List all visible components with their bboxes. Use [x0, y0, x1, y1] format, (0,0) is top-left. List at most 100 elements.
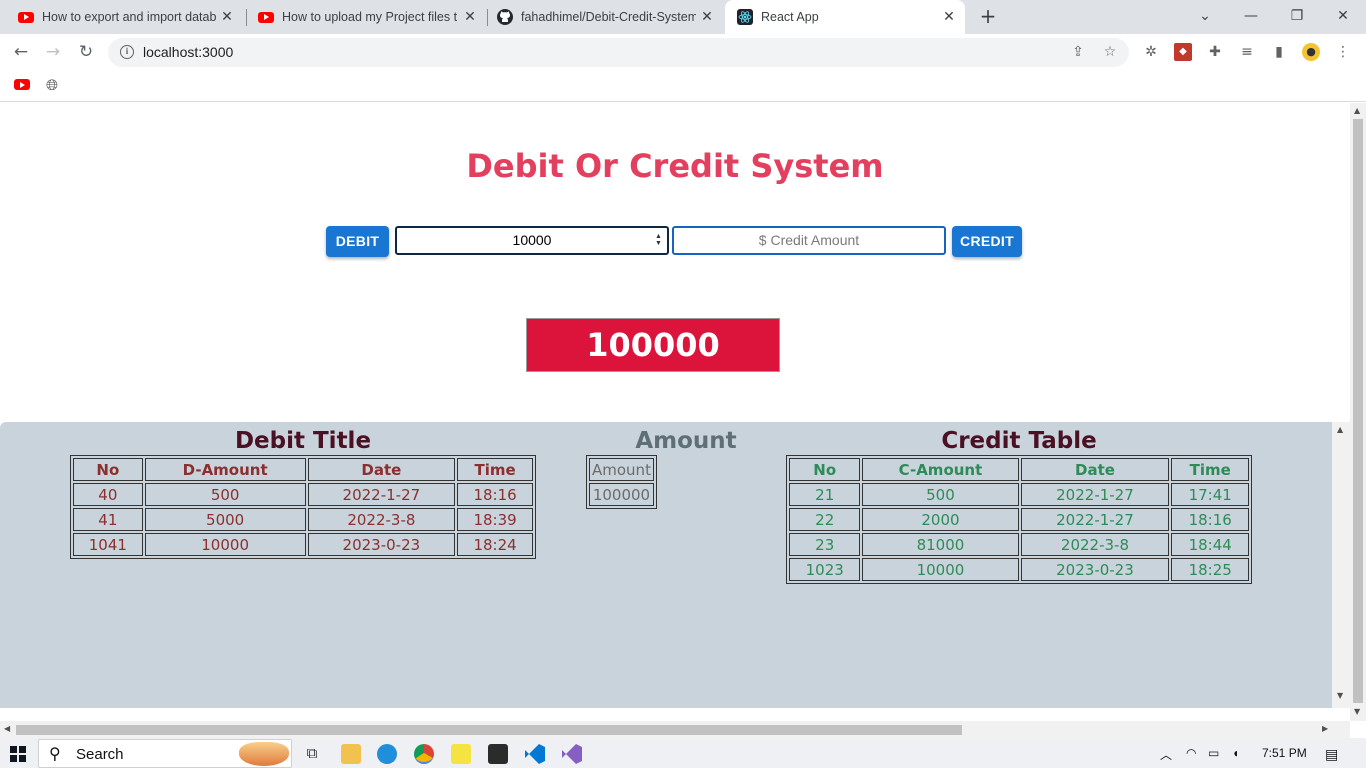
- chrome-icon[interactable]: [414, 744, 434, 764]
- share-icon[interactable]: ⇪: [1070, 44, 1086, 60]
- extension-bug-icon[interactable]: ✲: [1142, 43, 1160, 61]
- table-row: 21 500 2022-1-27 17:41: [789, 483, 1249, 506]
- table-cell: 2000: [862, 508, 1019, 531]
- tab-github[interactable]: fahadhimel/Debit-Credit-System ✕: [479, 0, 725, 34]
- globe-icon[interactable]: 🌐︎: [46, 76, 58, 94]
- visual-studio-icon[interactable]: [562, 744, 582, 764]
- table-cell: 2022-3-8: [307, 508, 456, 531]
- tray-chevron-icon[interactable]: ︿: [1160, 746, 1172, 763]
- taskbar-search[interactable]: ⚲ Search: [38, 739, 292, 768]
- windows-taskbar: ⚲ Search ⧉ ︿ ◠ ▭ ◖ 7:51 PM ▤: [0, 738, 1366, 768]
- tab-strip: How to export and import datab ✕ How to …: [0, 0, 1366, 34]
- tab-youtube-export[interactable]: How to export and import datab ✕: [0, 0, 245, 34]
- number-spinner-icon[interactable]: ▲ ▼: [654, 233, 663, 248]
- debit-column-header: D-Amount: [144, 458, 306, 481]
- tab-title: How to export and import datab: [42, 10, 217, 24]
- table-cell: 17:41: [1171, 483, 1249, 506]
- new-tab-button[interactable]: +: [978, 6, 998, 26]
- panel-scrollbar[interactable]: ▲ ▼: [1332, 422, 1350, 708]
- extension-app-icon[interactable]: ◆: [1174, 43, 1192, 61]
- debit-table: No D-Amount Date Time 40 500 2022-1-27 18:16 41…: [70, 455, 536, 559]
- restore-icon[interactable]: ❐: [1285, 6, 1309, 26]
- vscode-icon[interactable]: [525, 744, 545, 764]
- amount-section-title: Amount: [635, 428, 737, 454]
- table-cell: 18:16: [1171, 508, 1249, 531]
- table-cell: 18:24: [457, 533, 533, 556]
- side-panel-icon[interactable]: ▮: [1270, 43, 1288, 61]
- debit-amount-input[interactable]: 10000 ▲ ▼: [395, 226, 669, 255]
- amount-table: Amount 100000: [586, 455, 657, 509]
- address-bar[interactable]: i localhost:3000 ⇪ ☆: [108, 38, 1129, 67]
- pie-illustration-icon: [239, 742, 289, 766]
- table-cell: 18:25: [1171, 558, 1249, 581]
- table-cell: 18:39: [457, 508, 533, 531]
- close-icon[interactable]: ✕: [219, 9, 235, 25]
- table-cell: 81000: [862, 533, 1019, 556]
- table-cell: 1041: [73, 533, 143, 556]
- table-row: 23 81000 2022-3-8 18:44: [789, 533, 1249, 556]
- windows-start-icon[interactable]: [10, 746, 26, 762]
- media-list-icon[interactable]: ≡: [1238, 43, 1256, 61]
- vertical-scrollbar[interactable]: ▲ ▼: [1350, 103, 1366, 721]
- table-row: 1023 10000 2023-0-23 18:25: [789, 558, 1249, 581]
- table-cell: 41: [73, 508, 143, 531]
- scroll-thumb[interactable]: [1353, 119, 1363, 703]
- table-cell: 22: [789, 508, 861, 531]
- github-icon: [497, 9, 513, 25]
- debit-section-title: Debit Title: [234, 428, 372, 454]
- tab-title: React App: [761, 10, 819, 24]
- close-icon[interactable]: ✕: [699, 9, 715, 25]
- terminal-icon[interactable]: [488, 744, 508, 764]
- window-close-icon[interactable]: ✕: [1331, 6, 1355, 26]
- debit-column-header: Time: [457, 458, 533, 481]
- back-icon[interactable]: ←: [11, 42, 31, 62]
- table-cell: 23: [789, 533, 861, 556]
- credit-column-header: Date: [1020, 458, 1170, 481]
- avatar[interactable]: ●: [1302, 43, 1320, 61]
- youtube-icon: [258, 9, 274, 25]
- puzzle-icon[interactable]: ✚: [1206, 43, 1224, 61]
- reload-icon[interactable]: ↻: [76, 42, 96, 62]
- amount-value: 100000: [589, 483, 654, 506]
- table-row: 41 5000 2022-3-8 18:39: [73, 508, 533, 531]
- tools-icon[interactable]: [451, 744, 471, 764]
- table-cell: 2022-1-27: [307, 483, 456, 506]
- task-view-icon[interactable]: ⧉: [302, 744, 322, 764]
- debit-column-header: No: [73, 458, 143, 481]
- menu-icon[interactable]: ⋮: [1334, 43, 1352, 61]
- tab-youtube-upload[interactable]: How to upload my Project files to ✕: [240, 0, 488, 34]
- wifi-icon[interactable]: ◠: [1186, 746, 1196, 760]
- table-row: 1041 10000 2023-0-23 18:24: [73, 533, 533, 556]
- horizontal-scrollbar[interactable]: ◀ ▶: [0, 721, 1350, 738]
- tab-search-icon[interactable]: ⌄: [1193, 6, 1217, 26]
- info-icon[interactable]: i: [120, 45, 134, 59]
- table-cell: 1023: [789, 558, 861, 581]
- clock-time[interactable]: 7:51 PM: [1262, 746, 1307, 760]
- table-cell: 2022-3-8: [1020, 533, 1170, 556]
- close-icon[interactable]: ✕: [462, 9, 478, 25]
- scroll-thumb[interactable]: [16, 725, 962, 735]
- table-cell: 2022-1-27: [1020, 508, 1170, 531]
- url-text[interactable]: localhost:3000: [143, 44, 233, 60]
- bookmarks-bar: 🌐︎: [0, 70, 1366, 102]
- table-cell: 2022-1-27: [1020, 483, 1170, 506]
- battery-icon[interactable]: ▭: [1208, 746, 1219, 760]
- table-cell: 21: [789, 483, 861, 506]
- credit-amount-input[interactable]: $ Credit Amount: [672, 226, 946, 255]
- tab-react-app[interactable]: React App ✕: [725, 0, 965, 34]
- credit-button[interactable]: CREDIT: [952, 226, 1022, 257]
- bookmark-star-icon[interactable]: ☆: [1102, 44, 1118, 60]
- file-explorer-icon[interactable]: [341, 744, 361, 764]
- speaker-icon[interactable]: ◖: [1232, 746, 1239, 760]
- edge-icon[interactable]: [377, 744, 397, 764]
- table-cell: 2023-0-23: [307, 533, 456, 556]
- minimize-icon[interactable]: —: [1239, 6, 1263, 26]
- close-icon[interactable]: ✕: [941, 9, 957, 25]
- notifications-icon[interactable]: ▤: [1325, 746, 1338, 763]
- forward-icon[interactable]: →: [43, 42, 63, 62]
- tables-panel: Debit Title No D-Amount Date Time 40 500 2022…: [0, 422, 1332, 708]
- youtube-icon[interactable]: [14, 79, 30, 90]
- tab-title: fahadhimel/Debit-Credit-System: [521, 10, 696, 24]
- browser-toolbar: ← → ↻ i localhost:3000 ⇪ ☆ ✲ ◆ ✚ ≡ ▮ ● ⋮: [0, 34, 1366, 70]
- debit-button[interactable]: DEBIT: [326, 226, 389, 257]
